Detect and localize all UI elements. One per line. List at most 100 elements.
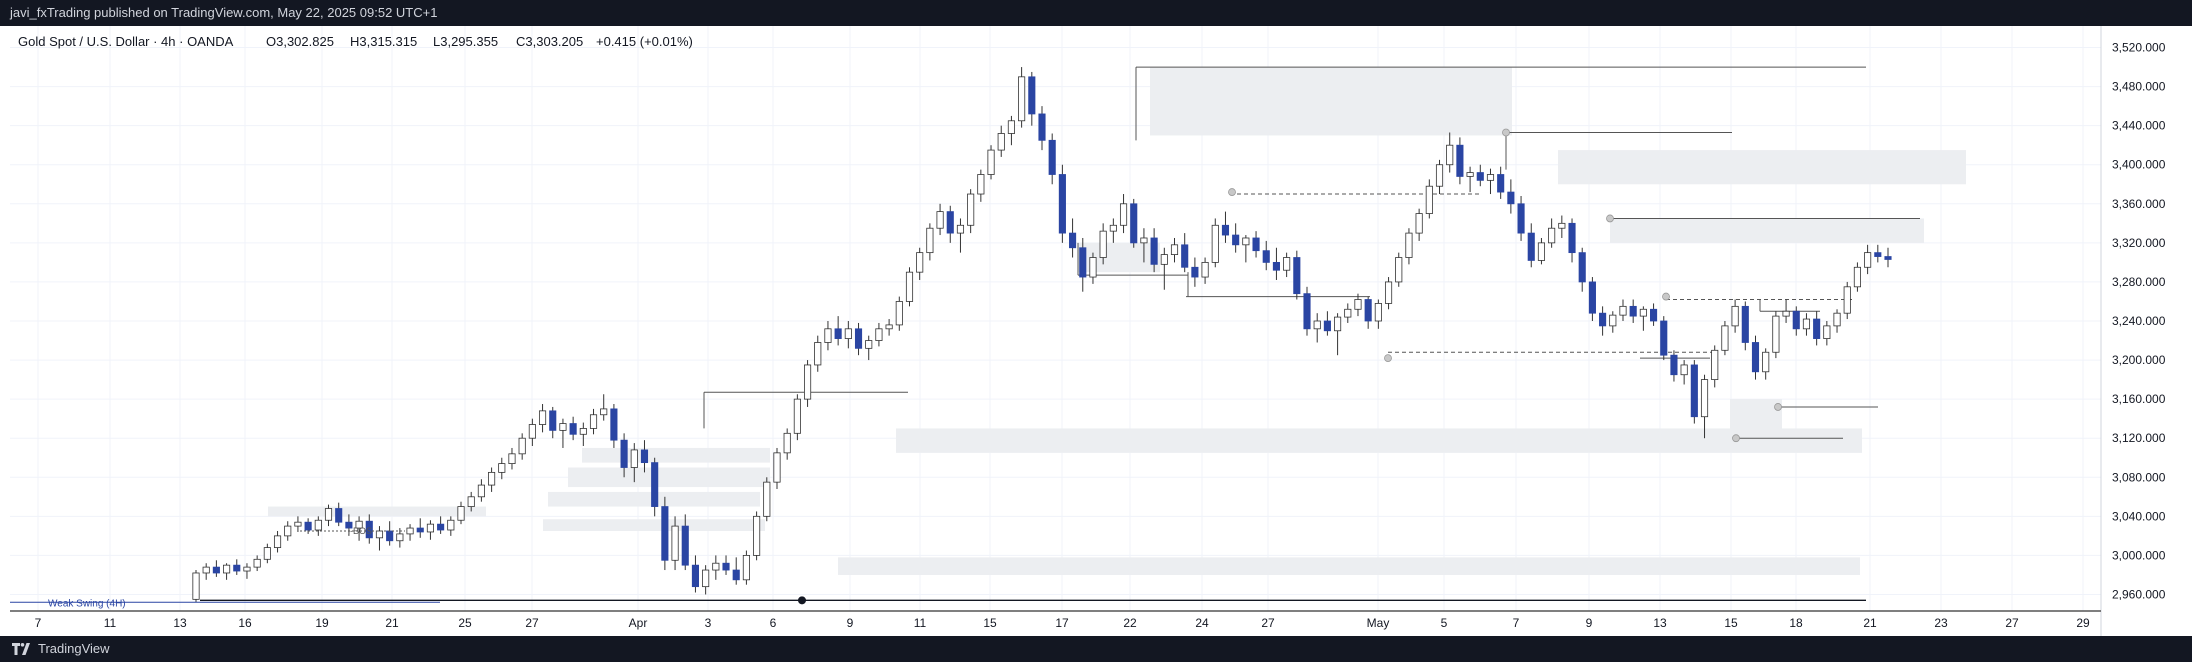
legend-high: H3,315.315 <box>350 34 417 49</box>
bull-candle <box>1639 308 1647 317</box>
swing-point-marker <box>1228 188 1236 196</box>
bear-candle <box>1650 308 1658 322</box>
price-tick-label: 3,280.000 <box>2112 275 2166 289</box>
bull-candle <box>936 211 944 229</box>
bull-candle <box>1619 305 1627 316</box>
bull-candle <box>1772 315 1780 353</box>
bull-candle <box>926 227 934 254</box>
time-tick-label: 7 <box>1513 616 1520 630</box>
tradingview-logo[interactable]: TradingView <box>12 636 110 662</box>
bear-candle <box>1150 237 1158 265</box>
bull-candle <box>1802 318 1811 330</box>
bear-candle <box>1588 281 1596 314</box>
bull-candle <box>243 566 251 572</box>
price-tick-label: 3,440.000 <box>2112 119 2166 133</box>
bull-candle <box>1395 257 1403 283</box>
bull-candle <box>1405 232 1413 258</box>
bull-candle <box>967 193 975 226</box>
bull-candle <box>1160 254 1168 265</box>
swing-point-marker <box>1774 403 1782 411</box>
bear-candle <box>1293 257 1301 295</box>
price-axis[interactable]: 2,960.000 3,000.000 3,040.000 3,080.000 3,12… <box>2112 41 2166 602</box>
chart-frame[interactable]: Weak Swing (4H) i-BOS 2,960.000 3,000.000 3… <box>0 26 2192 636</box>
bull-candle <box>1354 299 1362 310</box>
bear-candle <box>416 527 424 533</box>
bear-candle <box>1262 250 1270 263</box>
bull-candle <box>1109 224 1117 232</box>
bull-candle <box>600 408 608 416</box>
bull-candle <box>1680 364 1688 376</box>
bull-candle <box>1466 172 1474 177</box>
bull-candle <box>1782 310 1790 317</box>
bull-candle <box>875 328 883 341</box>
weak-swing-label: Weak Swing (4H) <box>48 598 126 609</box>
bear-candle <box>212 566 220 574</box>
time-tick-label: 27 <box>2005 616 2019 630</box>
bull-candle <box>1537 242 1546 261</box>
bull-candle <box>804 364 812 400</box>
bull-candle <box>712 562 720 571</box>
time-tick-label: 24 <box>1195 616 1209 630</box>
bear-candle <box>549 410 557 431</box>
time-tick-label: 18 <box>1789 616 1803 630</box>
bull-candle <box>1007 120 1015 134</box>
bull-candle <box>844 328 852 339</box>
bear-candle <box>1792 310 1800 330</box>
bear-candle <box>1670 354 1678 376</box>
price-chart[interactable]: Weak Swing (4H) i-BOS 2,960.000 3,000.000 3… <box>0 26 2192 636</box>
supply-demand-zone <box>1150 67 1512 136</box>
bull-candle <box>263 547 271 560</box>
bull-candle <box>997 133 1005 151</box>
bull-candle <box>753 515 761 556</box>
bull-candle <box>1242 237 1250 246</box>
bull-candle <box>1313 320 1321 330</box>
bull-candle <box>426 523 434 533</box>
bull-candle <box>1446 144 1454 166</box>
time-tick-label: 11 <box>914 616 927 630</box>
supply-demand-zone <box>568 467 770 488</box>
bear-candle <box>1874 252 1882 257</box>
time-tick-label: 17 <box>1055 616 1069 630</box>
bear-candle <box>854 328 863 349</box>
bear-candle <box>1660 320 1668 356</box>
bull-candle <box>498 463 506 473</box>
bear-candle <box>1599 312 1607 327</box>
time-tick-label: 9 <box>847 616 854 630</box>
bear-candle <box>1527 232 1535 261</box>
time-tick-label: 21 <box>1863 616 1877 630</box>
bull-candle <box>1099 230 1107 258</box>
time-tick-label: 21 <box>385 616 399 630</box>
bear-candle <box>437 523 445 531</box>
swing-point-marker <box>1384 354 1392 363</box>
bull-candle <box>1762 351 1770 373</box>
bear-candle <box>1751 342 1760 373</box>
bull-candle <box>1283 257 1291 271</box>
time-tick-label: 22 <box>1123 616 1137 630</box>
bull-candle <box>508 453 516 464</box>
bear-candle <box>335 508 343 523</box>
bull-candle <box>1170 244 1179 255</box>
published-header: javi_fxTrading published on TradingView.… <box>0 0 2192 26</box>
bear-candle <box>1048 139 1056 175</box>
bull-candle <box>1609 314 1617 327</box>
bear-candle <box>386 530 394 542</box>
legend-low: L3,295.355 <box>433 34 498 49</box>
bear-candle <box>1476 172 1484 181</box>
swing-low-marker <box>798 596 806 605</box>
bull-candle <box>987 149 995 175</box>
legend-change: +0.415 (+0.01%) <box>596 34 693 49</box>
bear-candle <box>1221 224 1230 236</box>
bear-candle <box>732 569 740 581</box>
supply-demand-zone <box>896 428 1862 453</box>
bear-candle <box>1181 244 1189 268</box>
bull-candle <box>1548 227 1556 244</box>
bull-candle <box>538 410 547 425</box>
price-tick-label: 3,480.000 <box>2112 80 2166 94</box>
bull-candle <box>488 471 496 486</box>
bull-candle <box>1700 379 1709 418</box>
time-tick-label: 25 <box>458 616 472 630</box>
price-tick-label: 2,960.000 <box>2112 587 2166 601</box>
bear-candle <box>681 525 689 566</box>
bear-candle <box>1130 203 1138 244</box>
bull-candle <box>223 564 231 574</box>
